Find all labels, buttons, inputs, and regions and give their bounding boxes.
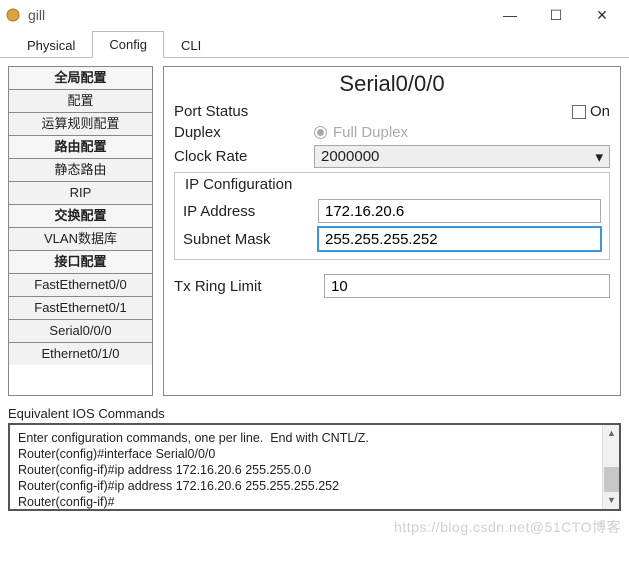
panel-title: Serial0/0/0 [174, 69, 610, 103]
tab-physical[interactable]: Physical [10, 32, 92, 58]
ip-address-input[interactable] [318, 199, 601, 223]
config-sidebar: 全局配置 配置 运算规则配置 路由配置 静态路由 RIP 交换配置 VLAN数据… [8, 66, 153, 396]
ios-commands-text: Enter configuration commands, one per li… [18, 431, 369, 509]
sidebar-head-switching[interactable]: 交换配置 [9, 205, 152, 228]
sidebar-item-fe01[interactable]: FastEthernet0/1 [9, 297, 152, 320]
ip-config-fieldset: IP Configuration IP Address Subnet Mask [174, 172, 610, 260]
sidebar-item-fe00[interactable]: FastEthernet0/0 [9, 274, 152, 297]
ios-commands-output[interactable]: Enter configuration commands, one per li… [8, 423, 621, 511]
duplex-option: Full Duplex [333, 124, 408, 141]
tab-config[interactable]: Config [92, 31, 164, 58]
window-title: gill [28, 7, 487, 23]
sidebar-head-global[interactable]: 全局配置 [9, 67, 152, 90]
clock-rate-select[interactable]: 2000000 ▾ [314, 145, 610, 168]
sidebar-item-vlan[interactable]: VLAN数据库 [9, 228, 152, 251]
window-controls: — ☐ ✕ [487, 0, 625, 30]
scroll-up-icon[interactable]: ▲ [603, 425, 620, 442]
duplex-radio-full [314, 126, 327, 139]
sidebar-head-interface[interactable]: 接口配置 [9, 251, 152, 274]
watermark: https://blog.csdn.net@51CTO博客 [394, 517, 621, 537]
config-panel: Serial0/0/0 Port Status On Duplex Full D… [163, 66, 621, 396]
tab-cli[interactable]: CLI [164, 32, 218, 58]
port-status-value: On [314, 103, 610, 120]
subnet-mask-label: Subnet Mask [183, 231, 318, 248]
close-button[interactable]: ✕ [579, 0, 625, 30]
tx-ring-input[interactable] [324, 274, 610, 298]
scrollbar-thumb[interactable] [604, 467, 619, 495]
ip-address-label: IP Address [183, 203, 318, 220]
ios-commands-title: Equivalent IOS Commands [8, 406, 621, 421]
app-icon [4, 6, 22, 24]
sidebar-item-static[interactable]: 静态路由 [9, 159, 152, 182]
subnet-mask-input[interactable] [318, 227, 601, 251]
sidebar-item-rip[interactable]: RIP [9, 182, 152, 205]
ios-commands-section: Equivalent IOS Commands Enter configurat… [0, 400, 629, 517]
chevron-down-icon: ▾ [595, 148, 603, 166]
tx-ring-label: Tx Ring Limit [174, 278, 324, 295]
clock-rate-label: Clock Rate [174, 148, 314, 165]
port-status-label: Port Status [174, 103, 314, 120]
sidebar-item-settings[interactable]: 配置 [9, 90, 152, 113]
on-label: On [590, 103, 610, 120]
scroll-down-icon[interactable]: ▼ [603, 492, 620, 509]
app-window: gill — ☐ ✕ Physical Config CLI 全局配置 配置 运… [0, 0, 629, 567]
main-area: 全局配置 配置 运算规则配置 路由配置 静态路由 RIP 交换配置 VLAN数据… [0, 58, 629, 400]
clock-rate-value: 2000000 [321, 148, 379, 165]
ip-config-legend: IP Configuration [181, 176, 296, 193]
sidebar-item-serial000[interactable]: Serial0/0/0 [9, 320, 152, 343]
sidebar-head-routing[interactable]: 路由配置 [9, 136, 152, 159]
duplex-value: Full Duplex [314, 124, 610, 141]
scrollbar[interactable]: ▲▼ [602, 425, 619, 509]
minimize-button[interactable]: — [487, 0, 533, 30]
sidebar-item-eth010[interactable]: Ethernet0/1/0 [9, 343, 152, 365]
titlebar: gill — ☐ ✕ [0, 0, 629, 30]
port-status-checkbox[interactable] [572, 105, 586, 119]
sidebar-item-algorithm[interactable]: 运算规则配置 [9, 113, 152, 136]
clock-rate-cell: 2000000 ▾ [314, 145, 610, 168]
duplex-label: Duplex [174, 124, 314, 141]
tab-strip: Physical Config CLI [0, 30, 629, 58]
maximize-button[interactable]: ☐ [533, 0, 579, 30]
